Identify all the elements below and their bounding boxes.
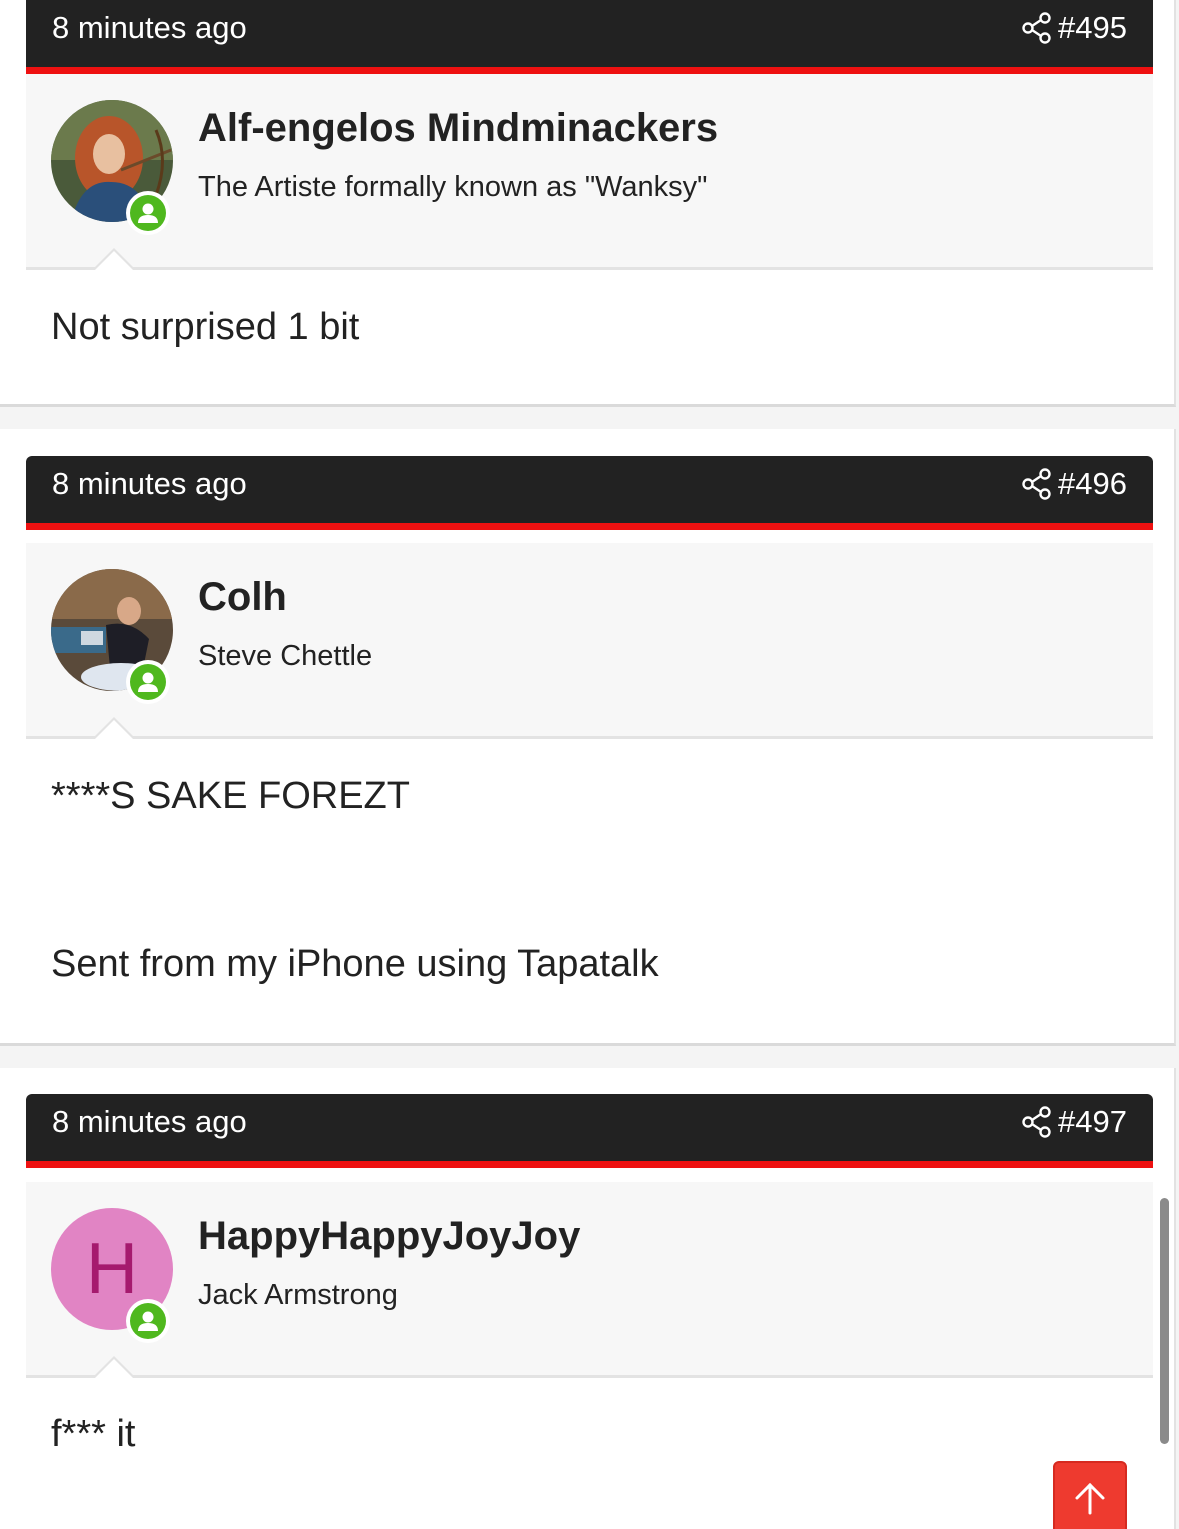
post-spacer xyxy=(0,407,1176,429)
post-content-line: Not surprised 1 bit xyxy=(51,306,360,348)
post-author: Colh Steve Chettle xyxy=(26,543,1153,739)
post-content-line: ****S SAKE FOREZT xyxy=(51,775,410,817)
user-online-icon xyxy=(126,660,170,704)
user-title: Jack Armstrong xyxy=(198,1279,398,1311)
share-icon[interactable] xyxy=(1020,467,1054,501)
post-author: H HappyHappyJoyJoy Jack Armstrong xyxy=(26,1182,1153,1378)
post-496: 8 minutes ago #496 Colh Steve Chettle **… xyxy=(0,429,1176,1046)
post-time: 8 minutes ago xyxy=(52,1104,247,1139)
post-signature: Sent from my iPhone using Tapatalk xyxy=(51,943,659,985)
arrow-up-icon xyxy=(1075,1482,1105,1515)
user-online-icon xyxy=(126,191,170,235)
post-497: 8 minutes ago #497 H HappyHappyJoyJoy Ja… xyxy=(0,1068,1176,1529)
thread-page: 8 minutes ago #495 Alf-engelos Mindminac… xyxy=(0,0,1179,1529)
post-number-link[interactable]: #497 xyxy=(1058,1094,1127,1149)
post-495: 8 minutes ago #495 Alf-engelos Mindminac… xyxy=(0,0,1176,407)
post-header: 8 minutes ago #496 xyxy=(26,456,1153,530)
username-link[interactable]: Alf-engelos Mindminackers xyxy=(198,106,718,151)
post-number-link[interactable]: #495 xyxy=(1058,0,1127,55)
post-header: 8 minutes ago #497 xyxy=(26,1094,1153,1168)
notch xyxy=(95,251,133,270)
username-link[interactable]: Colh xyxy=(198,575,287,620)
post-number-link[interactable]: #496 xyxy=(1058,456,1127,511)
post-author: Alf-engelos Mindminackers The Artiste fo… xyxy=(26,74,1153,270)
notch xyxy=(95,1359,133,1378)
share-icon[interactable] xyxy=(1020,1105,1054,1139)
post-time: 8 minutes ago xyxy=(52,466,247,501)
post-spacer xyxy=(0,1046,1176,1068)
user-title: Steve Chettle xyxy=(198,640,373,672)
user-online-icon xyxy=(126,1299,170,1343)
notch xyxy=(95,720,133,739)
username-link[interactable]: HappyHappyJoyJoy xyxy=(198,1214,580,1259)
post-content-line: f*** it xyxy=(51,1413,136,1455)
scrollbar[interactable] xyxy=(1160,1198,1169,1444)
share-icon[interactable] xyxy=(1020,11,1054,45)
scroll-to-top-button[interactable] xyxy=(1053,1461,1127,1529)
user-title: The Artiste formally known as "Wanksy" xyxy=(198,171,708,203)
post-time: 8 minutes ago xyxy=(52,10,247,45)
post-header: 8 minutes ago #495 xyxy=(26,0,1153,74)
